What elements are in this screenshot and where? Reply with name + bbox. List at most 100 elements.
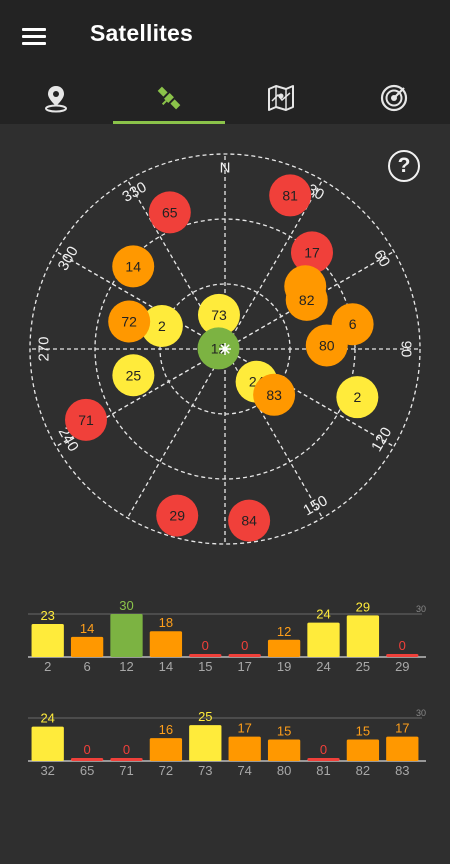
satellite-label: 82	[299, 292, 315, 308]
snr-bar	[71, 758, 103, 761]
satellite-marker: 12	[198, 327, 240, 369]
snr-sat-label: 81	[316, 763, 330, 778]
snr-value-label: 24	[40, 711, 54, 726]
snr-value-label: 24	[316, 607, 330, 622]
satellite-marker: 2	[336, 376, 378, 418]
snr-value-label: 15	[356, 724, 370, 739]
center-marker-icon	[219, 343, 231, 355]
satellite-label: 81	[282, 187, 298, 203]
snr-sat-label: 32	[40, 763, 54, 778]
snr-sat-label: 2	[44, 659, 51, 674]
satellite-label: 2	[353, 389, 361, 405]
snr-value-label: 23	[40, 608, 54, 623]
snr-value-label: 0	[241, 638, 248, 653]
center-marker-dot	[223, 347, 228, 352]
satellite-label: 17	[304, 244, 320, 260]
snr-sat-label: 19	[277, 659, 291, 674]
menu-icon-line	[22, 35, 46, 38]
snr-bar-item: 1580	[268, 724, 300, 779]
satellite-marker: 84	[228, 500, 270, 542]
satellite-label: 6	[349, 316, 357, 332]
location-pin-icon	[41, 83, 71, 113]
snr-bar	[229, 737, 261, 761]
satellite-label: 84	[241, 513, 257, 529]
snr-bars-group-1: 3023214630121814015017121924242925029	[0, 590, 450, 690]
snr-bar-item: 1672	[150, 722, 182, 778]
snr-value-label: 18	[159, 615, 173, 630]
snr-bar-item: 14 6	[71, 621, 103, 674]
menu-button[interactable]	[18, 22, 52, 50]
snr-value-label: 0	[320, 742, 327, 757]
snr-bar	[268, 740, 300, 762]
snr-sat-label: 73	[198, 763, 212, 778]
snr-sat-label: 17	[237, 659, 251, 674]
snr-bar-item: 015	[189, 638, 221, 674]
snr-bar-item: 071	[110, 742, 142, 778]
tab-radar[interactable]	[338, 72, 450, 124]
snr-max-label: 30	[416, 708, 426, 718]
snr-bar	[347, 740, 379, 762]
satellite-label: 25	[126, 367, 142, 383]
snr-bar	[347, 615, 379, 657]
compass-label: 90	[398, 341, 415, 358]
snr-bar-item: 1774	[229, 721, 261, 778]
snr-value-label: 0	[123, 742, 130, 757]
satellite-label: 29	[169, 508, 185, 524]
snr-sat-label: 80	[277, 763, 291, 778]
satellite-label: 2	[158, 318, 166, 334]
snr-bar-item: 2925	[347, 599, 379, 674]
snr-value-label: 30	[119, 598, 133, 613]
snr-sat-label: 29	[395, 659, 409, 674]
snr-sat-label: 12	[119, 659, 133, 674]
satellite-label: 80	[319, 337, 335, 353]
snr-bar	[32, 624, 64, 657]
snr-bar-item: 25 73	[189, 709, 221, 778]
satellite-icon	[154, 83, 184, 113]
snr-bar-item: 1783	[386, 721, 418, 778]
snr-bar	[110, 758, 142, 761]
snr-bar	[307, 623, 339, 657]
satellite-marker: 81	[269, 174, 311, 216]
snr-bar	[307, 758, 339, 761]
snr-value-label: 0	[399, 638, 406, 653]
snr-value-label: 0	[83, 742, 90, 757]
menu-icon-line	[22, 28, 46, 31]
satellite-marker: 72	[108, 301, 150, 343]
snr-value-label: 14	[80, 621, 94, 636]
tab-satellites[interactable]	[113, 72, 226, 124]
snr-bar-item: 2424	[307, 607, 339, 674]
snr-bar	[150, 738, 182, 761]
sky-plot: N306090120150240270300330658117141982272…	[0, 124, 450, 564]
snr-bar-chart-2: 302432065071167225731774158008115821783	[0, 694, 450, 864]
compass-label: 270	[36, 336, 53, 361]
snr-sat-label: 71	[119, 763, 133, 778]
satellite-marker: 25	[112, 354, 154, 396]
tab-location[interactable]	[0, 72, 113, 124]
tab-map[interactable]	[225, 72, 338, 124]
snr-sat-label: 65	[80, 763, 94, 778]
snr-value-label: 17	[395, 721, 409, 736]
satellite-label: 73	[211, 307, 227, 323]
snr-value-label: 0	[202, 638, 209, 653]
snr-sat-label: 25	[356, 659, 370, 674]
radar-icon	[379, 83, 409, 113]
snr-bar	[110, 614, 142, 657]
snr-bar-item: 1582	[347, 724, 379, 779]
snr-bar-item: 1814	[150, 615, 182, 674]
satellite-marker: 82	[286, 279, 328, 321]
snr-bar	[150, 631, 182, 657]
snr-value-label: 25	[198, 709, 212, 724]
snr-bar	[268, 640, 300, 657]
satellite-marker: 71	[65, 399, 107, 441]
snr-sat-label: 83	[395, 763, 409, 778]
snr-sat-label: 72	[159, 763, 173, 778]
snr-bar	[71, 637, 103, 657]
snr-bar-item: 1219	[268, 624, 300, 674]
satellite-label: 72	[121, 314, 137, 330]
snr-sat-label: 6	[83, 659, 90, 674]
menu-icon-line	[22, 42, 46, 45]
page-title: Satellites	[90, 20, 193, 47]
satellite-marker: 65	[149, 191, 191, 233]
satellite-label: 71	[78, 412, 94, 428]
snr-value-label: 16	[159, 722, 173, 737]
